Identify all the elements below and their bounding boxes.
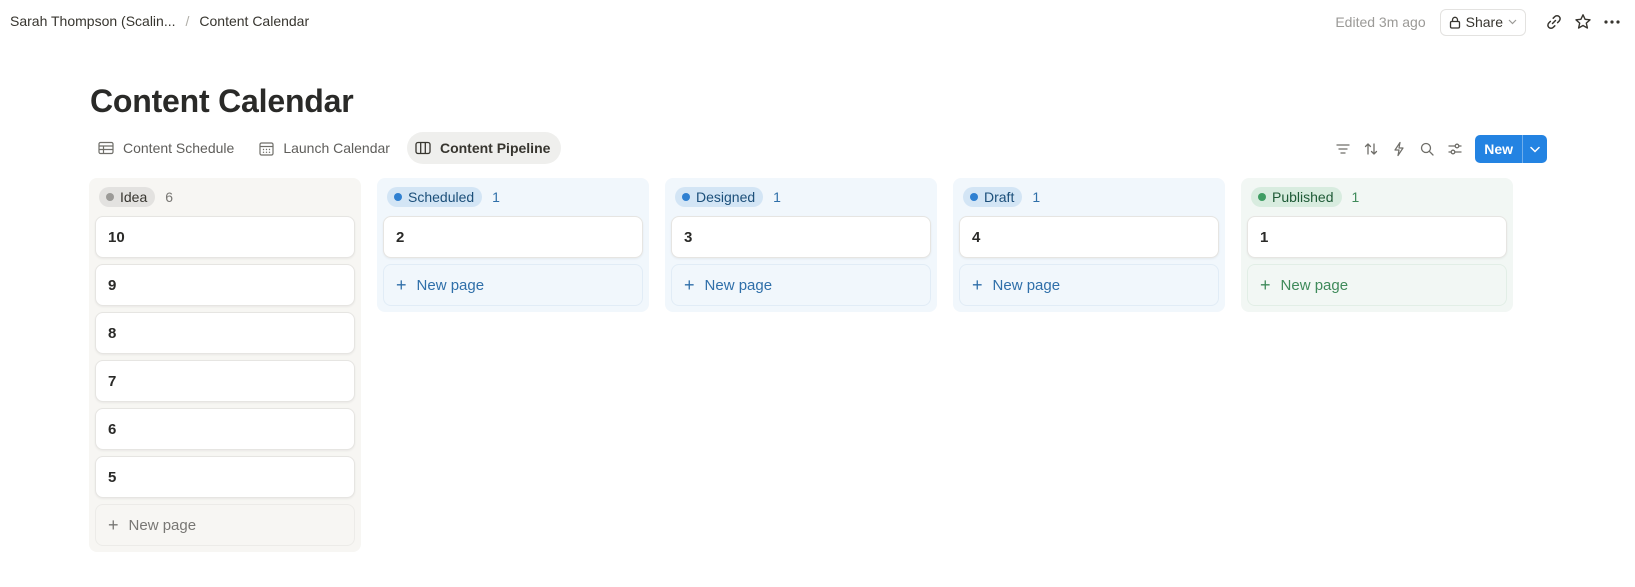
chevron-down-icon (1508, 19, 1517, 25)
link-icon[interactable] (1541, 9, 1567, 35)
plus-icon: + (684, 275, 695, 295)
breadcrumb: Sarah Thompson (Scalin... / Content Cale… (10, 13, 309, 29)
status-badge[interactable]: Draft (963, 187, 1023, 207)
board-card[interactable]: 2 (383, 216, 643, 258)
top-bar: Sarah Thompson (Scalin... / Content Cale… (0, 0, 1635, 44)
new-page-button[interactable]: + New page (1247, 264, 1507, 306)
column-count: 1 (1032, 189, 1041, 205)
board-card[interactable]: 6 (95, 408, 355, 450)
status-dot-icon (1258, 193, 1266, 201)
breadcrumb-page[interactable]: Content Calendar (199, 13, 309, 29)
status-label: Scheduled (408, 189, 475, 205)
column-count: 1 (773, 189, 781, 205)
status-dot-icon (682, 193, 690, 201)
status-label: Published (1272, 189, 1334, 205)
share-button[interactable]: Share (1439, 8, 1526, 36)
lock-icon (1449, 16, 1460, 29)
plus-icon: + (972, 275, 983, 295)
settings-icon[interactable] (1441, 135, 1469, 163)
plus-icon: + (108, 515, 119, 535)
board-card[interactable]: 7 (95, 360, 355, 402)
board-card[interactable]: 4 (959, 216, 1219, 258)
page-title[interactable]: Content Calendar (90, 83, 354, 120)
more-icon[interactable] (1599, 9, 1625, 35)
board-card[interactable]: 3 (671, 216, 931, 258)
status-dot-icon (970, 193, 978, 201)
tab-label: Content Pipeline (439, 140, 551, 156)
calendar-icon (259, 141, 274, 156)
edited-timestamp[interactable]: Edited 3m ago (1335, 14, 1425, 30)
status-label: Draft (984, 189, 1015, 205)
new-page-button[interactable]: + New page (671, 264, 931, 306)
tab-content-pipeline[interactable]: Content Pipeline (406, 132, 562, 164)
status-label: Idea (120, 189, 148, 205)
column-header: Idea 6 (95, 184, 355, 210)
new-page-label: New page (1280, 276, 1349, 294)
share-label: Share (1465, 14, 1503, 30)
column-header: Designed 1 (671, 184, 931, 210)
new-page-button[interactable]: + New page (383, 264, 643, 306)
filter-icon[interactable] (1329, 135, 1357, 163)
board-card[interactable]: 8 (95, 312, 355, 354)
new-page-label: New page (128, 516, 197, 534)
kanban-board: Idea 6 10 9 8 7 6 5 + New page Scheduled 1 2 + New pag… (89, 178, 1529, 552)
board-column-draft: Draft 1 4 + New page (953, 178, 1225, 312)
new-page-button[interactable]: + New page (95, 504, 355, 546)
new-page-label: New page (416, 276, 485, 294)
breadcrumb-workspace[interactable]: Sarah Thompson (Scalin... (10, 13, 176, 29)
column-header: Published 1 (1247, 184, 1507, 210)
new-page-label: New page (704, 276, 773, 294)
new-button-label: New (1484, 141, 1513, 157)
board-column-designed: Designed 1 3 + New page (665, 178, 937, 312)
board-card[interactable]: 9 (95, 264, 355, 306)
tab-content-schedule[interactable]: Content Schedule (90, 132, 245, 164)
status-label: Designed (696, 189, 756, 205)
view-toolbar: New (1329, 135, 1547, 163)
chevron-down-icon[interactable] (1522, 135, 1547, 163)
column-count: 1 (1351, 189, 1360, 205)
board-icon (415, 141, 431, 155)
new-page-button[interactable]: + New page (959, 264, 1219, 306)
tab-launch-calendar[interactable]: Launch Calendar (251, 132, 401, 164)
table-icon (98, 141, 114, 155)
tab-label: Content Schedule (123, 140, 235, 156)
tab-label: Launch Calendar (283, 140, 390, 156)
breadcrumb-separator: / (185, 13, 190, 29)
automation-icon[interactable] (1385, 135, 1413, 163)
status-badge[interactable]: Designed (675, 187, 764, 207)
board-column-scheduled: Scheduled 1 2 + New page (377, 178, 649, 312)
board-card[interactable]: 5 (95, 456, 355, 498)
sort-icon[interactable] (1357, 135, 1385, 163)
view-tabs: Content Schedule Launch Calendar Content… (90, 132, 567, 164)
status-dot-icon (106, 193, 114, 201)
board-column-idea: Idea 6 10 9 8 7 6 5 + New page (89, 178, 361, 552)
status-dot-icon (394, 193, 402, 201)
status-badge[interactable]: Published (1251, 187, 1342, 207)
new-page-label: New page (992, 276, 1061, 294)
column-header: Scheduled 1 (383, 184, 643, 210)
column-count: 1 (492, 189, 500, 205)
column-count: 6 (165, 189, 174, 205)
status-badge[interactable]: Scheduled (387, 187, 483, 207)
board-card[interactable]: 10 (95, 216, 355, 258)
search-icon[interactable] (1413, 135, 1441, 163)
column-header: Draft 1 (959, 184, 1219, 210)
board-column-published: Published 1 1 + New page (1241, 178, 1513, 312)
board-card[interactable]: 1 (1247, 216, 1507, 258)
new-button[interactable]: New (1475, 135, 1547, 163)
star-icon[interactable] (1570, 9, 1596, 35)
plus-icon: + (1260, 275, 1271, 295)
plus-icon: + (396, 275, 407, 295)
top-actions: Edited 3m ago Share (1335, 8, 1625, 36)
status-badge[interactable]: Idea (99, 187, 156, 207)
